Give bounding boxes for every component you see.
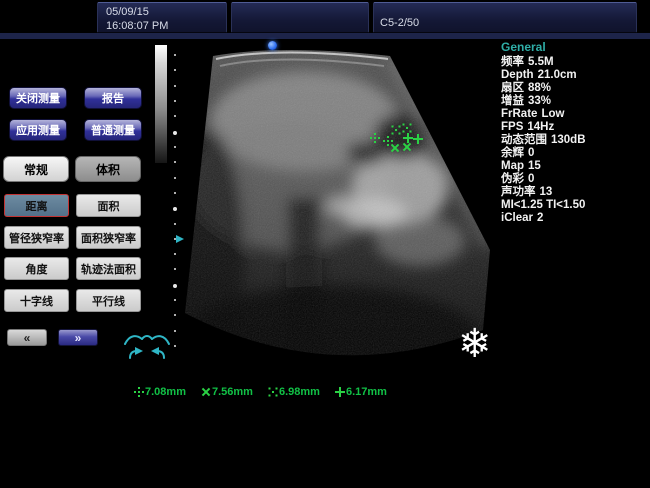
tool-area[interactable]: 面积 bbox=[76, 194, 141, 217]
tool-area-stenosis[interactable]: 面积狭窄率 bbox=[76, 226, 141, 249]
param-row: Depth21.0cm bbox=[501, 69, 646, 82]
date-text: 05/09/15 bbox=[106, 5, 226, 19]
caliper-plus-icon bbox=[413, 134, 423, 144]
depth-tick bbox=[174, 146, 176, 148]
ultrasound-screen: 05/09/15 16:08:07 PM C5-2/50 关闭测量 报告 应用测… bbox=[0, 0, 650, 488]
tool-diameter-stenosis[interactable]: 管径狭窄率 bbox=[4, 226, 69, 249]
params-title: General bbox=[501, 40, 646, 54]
tool-crossline[interactable]: 十字线 bbox=[4, 289, 69, 312]
param-row: iClear2 bbox=[501, 212, 646, 225]
param-row: 动态范围130dB bbox=[501, 134, 646, 147]
orientation-dot-icon bbox=[268, 41, 277, 50]
caliper-dotted-x-icon bbox=[402, 123, 412, 133]
measurement-result: 6.98mm bbox=[268, 386, 320, 398]
time-text: 16:08:07 PM bbox=[106, 19, 226, 33]
dotted-plus-marker-icon bbox=[134, 387, 144, 397]
param-row: MI<1.25 TI<1.50 bbox=[501, 199, 646, 212]
depth-tick bbox=[174, 223, 176, 225]
measurement-value: 6.98mm bbox=[279, 386, 320, 398]
params-panel: General 频率5.5M Depth21.0cm 扇区88% 增益33% F… bbox=[501, 40, 646, 225]
depth-tick bbox=[174, 161, 176, 163]
topbar-divider bbox=[0, 33, 650, 39]
measurement-results-bar: 7.08mm 7.56mm 6.98mm 6.17mm bbox=[134, 386, 387, 398]
plus-marker-icon bbox=[335, 387, 345, 397]
depth-tick bbox=[174, 268, 176, 270]
tool-trace-area[interactable]: 轨迹法面积 bbox=[76, 257, 141, 280]
tool-distance[interactable]: 距离 bbox=[4, 194, 69, 217]
measurement-value: 7.08mm bbox=[145, 386, 186, 398]
measurement-value: 7.56mm bbox=[212, 386, 253, 398]
caliper-dotted-x-icon bbox=[391, 125, 401, 135]
tool-angle[interactable]: 角度 bbox=[4, 257, 69, 280]
depth-tick bbox=[174, 345, 176, 347]
depth-tick bbox=[173, 207, 177, 211]
tab-volume[interactable]: 体积 bbox=[75, 156, 141, 182]
param-row: 扇区88% bbox=[501, 82, 646, 95]
depth-tick bbox=[174, 115, 176, 117]
patient-info-box bbox=[231, 2, 369, 33]
probe-box: C5-2/50 bbox=[373, 2, 637, 33]
param-row: 伪彩0 bbox=[501, 173, 646, 186]
depth-tick bbox=[174, 330, 176, 332]
depth-tick bbox=[173, 131, 177, 135]
depth-tick bbox=[174, 299, 176, 301]
depth-tick bbox=[174, 54, 176, 56]
param-row: FPS14Hz bbox=[501, 121, 646, 134]
measurement-value: 6.17mm bbox=[346, 386, 387, 398]
page-next-button[interactable]: » bbox=[58, 329, 98, 346]
measurement-result: 6.17mm bbox=[335, 386, 387, 398]
param-row: 频率5.5M bbox=[501, 56, 646, 69]
depth-tick bbox=[174, 69, 176, 71]
param-row: 余辉0 bbox=[501, 147, 646, 160]
param-row: 声功率13 bbox=[501, 186, 646, 199]
freeze-snowflake-icon: ❄ bbox=[458, 322, 492, 366]
depth-tick bbox=[174, 85, 176, 87]
depth-tick bbox=[174, 253, 176, 255]
measurement-result: 7.56mm bbox=[201, 386, 253, 398]
depth-tick bbox=[174, 100, 176, 102]
depth-tick bbox=[173, 284, 177, 288]
depth-tick bbox=[174, 192, 176, 194]
general-measure-button[interactable]: 普通测量 bbox=[84, 119, 142, 141]
depth-tick bbox=[174, 177, 176, 179]
param-row: FrRateLow bbox=[501, 108, 646, 121]
caliper-dotted-plus-icon bbox=[370, 133, 380, 143]
apply-measure-button[interactable]: 应用测量 bbox=[9, 119, 67, 141]
dotted-x-marker-icon bbox=[268, 387, 278, 397]
grayscale-map-bar bbox=[155, 45, 167, 163]
depth-tick bbox=[174, 314, 176, 316]
tab-routine[interactable]: 常规 bbox=[3, 156, 69, 182]
probe-label: C5-2/50 bbox=[380, 17, 419, 29]
x-marker-icon bbox=[199, 385, 213, 399]
body-marker-icon bbox=[121, 326, 173, 362]
page-prev-button[interactable]: « bbox=[7, 329, 47, 346]
tool-parallel-line[interactable]: 平行线 bbox=[76, 289, 141, 312]
param-row: Map15 bbox=[501, 160, 646, 173]
param-row: 增益33% bbox=[501, 95, 646, 108]
measurement-result: 7.08mm bbox=[134, 386, 186, 398]
datetime-box: 05/09/15 16:08:07 PM bbox=[97, 2, 227, 33]
report-button[interactable]: 报告 bbox=[84, 87, 142, 109]
close-measure-button[interactable]: 关闭测量 bbox=[9, 87, 67, 109]
focus-position-icon bbox=[176, 235, 184, 243]
